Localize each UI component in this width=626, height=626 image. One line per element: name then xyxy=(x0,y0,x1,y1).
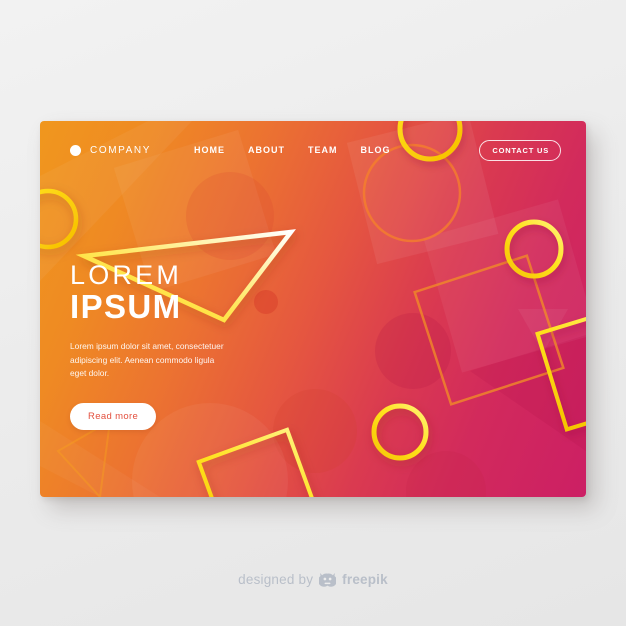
brand-logo[interactable]: COMPANY xyxy=(70,144,152,156)
designed-by-label: designed by xyxy=(238,572,314,587)
freepik-logo-icon xyxy=(319,573,337,587)
nav-item-team[interactable]: TEAM xyxy=(308,145,338,155)
main-nav: HOME ABOUT TEAM BLOG xyxy=(194,145,391,155)
hero-title-line-1: LOREM xyxy=(70,260,183,290)
nav-item-blog[interactable]: BLOG xyxy=(361,145,391,155)
contact-us-button[interactable]: CONTACT US xyxy=(479,139,561,161)
landing-page-card: COMPANY HOME ABOUT TEAM BLOG CONTACT US … xyxy=(40,121,586,497)
hero-title-line-2: IPSUM xyxy=(70,288,182,326)
card-content: COMPANY HOME ABOUT TEAM BLOG CONTACT US … xyxy=(40,121,586,497)
site-header: COMPANY HOME ABOUT TEAM BLOG CONTACT US xyxy=(40,121,586,179)
brand-dot-icon xyxy=(70,144,81,156)
hero-section: LOREM IPSUM Lorem ipsum dolor sit amet, … xyxy=(70,261,285,430)
nav-item-home[interactable]: HOME xyxy=(194,145,225,155)
freepik-brand-name: freepik xyxy=(342,572,388,587)
footer-credit: designed by freepik xyxy=(0,572,626,587)
read-more-button[interactable]: Read more xyxy=(70,402,157,430)
brand-name: COMPANY xyxy=(90,144,152,156)
nav-item-about[interactable]: ABOUT xyxy=(248,145,285,155)
hero-description: Lorem ipsum dolor sit amet, consectetuer… xyxy=(70,340,224,379)
